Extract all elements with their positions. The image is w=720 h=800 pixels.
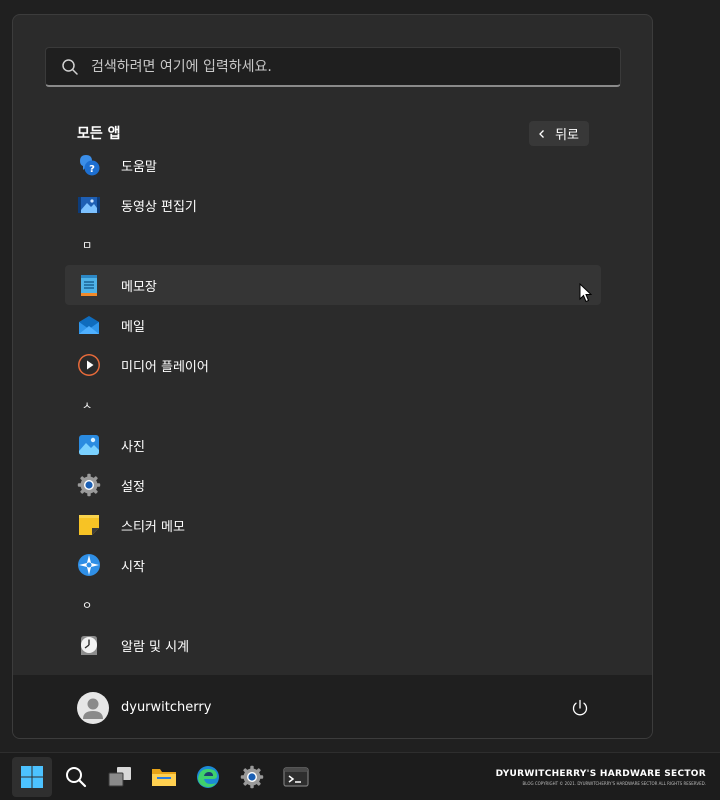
- chevron-left-icon: [539, 129, 545, 138]
- watermark: DYURWITCHERRY'S HARDWARE SECTOR BLOG COP…: [496, 769, 706, 786]
- app-item-notepad[interactable]: 메모장: [65, 265, 601, 305]
- get-started-icon: [78, 554, 100, 576]
- letter-header-s[interactable]: ㅅ: [65, 385, 601, 425]
- taskbar-settings-button[interactable]: [232, 757, 272, 797]
- watermark-subtitle: BLOG COPYRIGHT © 2021. DYURWITCHERRY'S H…: [522, 781, 706, 786]
- back-button[interactable]: 뒤로: [529, 121, 589, 146]
- sticky-notes-icon: [79, 515, 99, 535]
- photos-icon: [79, 435, 99, 455]
- task-view-icon: [108, 767, 131, 787]
- user-icon: [83, 698, 103, 719]
- settings-icon: [77, 473, 101, 497]
- app-item-sticky-notes[interactable]: 스티커 메모: [65, 505, 601, 545]
- letter-header-o[interactable]: ㅇ: [65, 585, 601, 625]
- app-label: 메모장: [121, 279, 157, 295]
- svg-text:?: ?: [89, 164, 95, 175]
- video-editor-icon: [78, 197, 100, 213]
- app-item-alarms-clock[interactable]: 알람 및 시계: [65, 625, 601, 665]
- power-icon[interactable]: [570, 698, 590, 718]
- all-apps-title: 모든 앱: [77, 126, 121, 142]
- help-icon: ?: [80, 155, 100, 176]
- avatar[interactable]: [77, 691, 109, 724]
- taskbar-edge-button[interactable]: [188, 757, 228, 797]
- app-label: 미디어 플레이어: [121, 359, 209, 375]
- app-label: 스티커 메모: [121, 519, 185, 535]
- media-player-icon: [78, 354, 100, 376]
- taskbar-start-button[interactable]: [12, 757, 52, 797]
- user-bar: dyurwitcherry: [13, 675, 652, 738]
- letter-label: ㅇ: [82, 599, 93, 612]
- letter-header-m[interactable]: ㅁ: [65, 225, 601, 265]
- start-menu: 모든 앱 뒤로 ? 도움말 동영상 편집기: [12, 14, 653, 739]
- taskbar: DYURWITCHERRY'S HARDWARE SECTOR BLOG COP…: [0, 752, 720, 800]
- search-box[interactable]: [45, 47, 621, 87]
- app-label: 도움말: [121, 159, 157, 175]
- mouse-cursor-icon: [579, 283, 593, 303]
- app-label: 알람 및 시계: [121, 639, 190, 655]
- app-label: 메일: [121, 319, 145, 335]
- search-icon: [62, 58, 78, 75]
- app-label: 동영상 편집기: [121, 199, 197, 215]
- taskbar-task-view-button[interactable]: [100, 757, 140, 797]
- settings-icon: [240, 765, 264, 789]
- app-label: 설정: [121, 479, 145, 495]
- taskbar-search-button[interactable]: [56, 757, 96, 797]
- app-item-photos[interactable]: 사진: [65, 425, 601, 465]
- app-item-video-editor[interactable]: 동영상 편집기: [65, 185, 601, 225]
- taskbar-file-explorer-button[interactable]: [144, 757, 184, 797]
- notepad-icon: [81, 275, 97, 296]
- back-button-label: 뒤로: [555, 128, 579, 143]
- watermark-title: DYURWITCHERRY'S HARDWARE SECTOR: [495, 769, 706, 779]
- app-item-media-player[interactable]: 미디어 플레이어: [65, 345, 601, 385]
- app-item-get-started[interactable]: 시작: [65, 545, 601, 585]
- all-apps-header: 모든 앱 뒤로: [77, 121, 589, 147]
- app-label: 시작: [121, 559, 145, 575]
- alarms-clock-icon: [81, 636, 97, 655]
- app-list: ? 도움말 동영상 편집기 ㅁ 메모장 메일 미디어 플레이어 ㅅ 사진 설정 …: [65, 145, 601, 665]
- app-label: 사진: [121, 439, 145, 455]
- app-item-help[interactable]: ? 도움말: [65, 145, 601, 185]
- mail-icon: [79, 316, 99, 334]
- start-icon: [21, 766, 43, 788]
- letter-label: ㅅ: [82, 399, 93, 412]
- edge-icon: [197, 766, 219, 788]
- user-name[interactable]: dyurwitcherry: [121, 700, 211, 715]
- letter-label: ㅁ: [82, 239, 93, 252]
- search-input[interactable]: [89, 57, 620, 76]
- search-icon: [66, 767, 87, 788]
- app-item-settings[interactable]: 설정: [65, 465, 601, 505]
- taskbar-terminal-button[interactable]: [276, 757, 316, 797]
- file-explorer-icon: [152, 769, 176, 786]
- terminal-icon: [283, 767, 309, 787]
- app-item-mail[interactable]: 메일: [65, 305, 601, 345]
